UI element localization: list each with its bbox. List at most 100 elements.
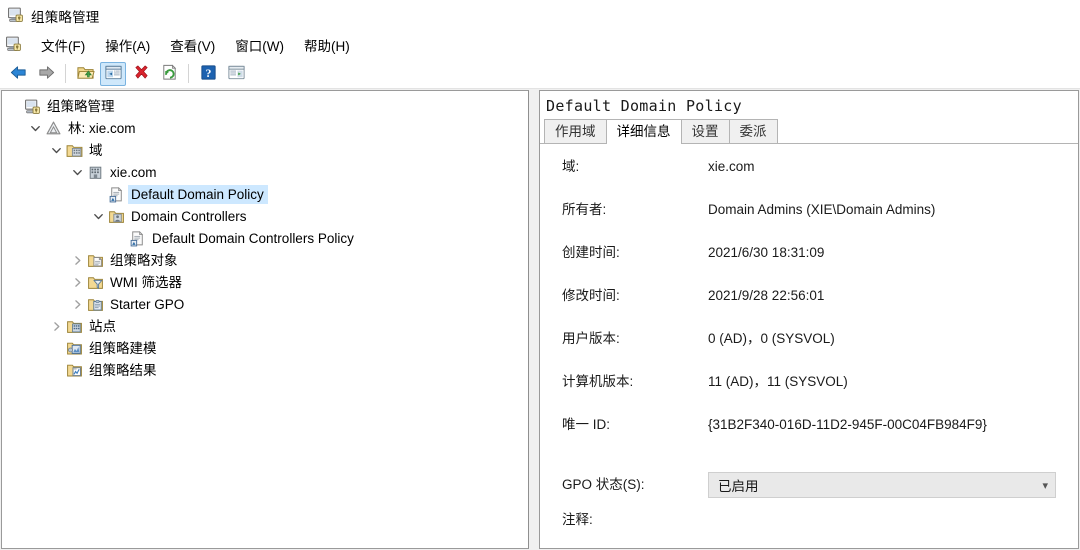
tree-item-sites[interactable]: 站点	[2, 315, 528, 337]
field-computer-version-label: 计算机版本:	[562, 374, 634, 389]
title-bar: 组策略管理	[0, 0, 1080, 31]
gp-results-icon	[64, 360, 84, 380]
console-tree-panel[interactable]: 组策略管理林: xie.com 域 xie.com Default Domain Po…	[1, 90, 529, 549]
chevron-down-icon: ▾	[1042, 479, 1048, 492]
field-user-version-label: 用户版本:	[562, 331, 620, 346]
tree-item-label: 组策略对象	[110, 252, 178, 268]
gpo-container-icon	[85, 250, 105, 270]
tree-item-default-dc-policy[interactable]: Default Domain Controllers Policy	[2, 227, 528, 249]
domains-folder-icon	[64, 140, 84, 160]
tree-item-forest[interactable]: 林: xie.com	[2, 117, 528, 139]
tab-settings[interactable]: 设置	[680, 119, 730, 143]
chevron-right-icon[interactable]	[48, 315, 64, 337]
tree-item-label: 域	[89, 142, 103, 158]
toolbar-separator	[65, 64, 66, 83]
tree-item-domains[interactable]: 域	[2, 139, 528, 161]
panel-splitter[interactable]	[530, 89, 539, 550]
field-created-value: 2021/6/30 18:31:09	[708, 245, 825, 260]
field-modified-value: 2021/9/28 22:56:01	[708, 288, 825, 303]
delete-button[interactable]	[128, 62, 154, 86]
gpo-link-icon	[127, 228, 147, 248]
tab-details[interactable]: 详细信息	[605, 119, 682, 144]
field-owner-label: 所有者:	[562, 202, 607, 217]
gpo-status-dropdown[interactable]: 已启用 ▾	[708, 472, 1056, 498]
delete-x-icon	[132, 63, 151, 85]
tab-scope[interactable]: 作用域	[544, 119, 607, 143]
back-arrow-icon	[9, 63, 28, 85]
console-tree: 组策略管理林: xie.com 域 xie.com Default Domain Po…	[2, 91, 528, 381]
field-gpo-status: GPO 状态(S): 已启用 ▾	[540, 459, 1078, 511]
chevron-down-icon[interactable]	[90, 205, 106, 227]
field-domain-label: 域:	[562, 159, 580, 174]
menu-help[interactable]: 帮助(H)	[294, 33, 360, 57]
up-folder-button[interactable]	[72, 62, 98, 86]
field-modified-label: 修改时间:	[562, 288, 620, 303]
starter-gpo-icon	[85, 294, 105, 314]
gpmc-icon	[5, 35, 22, 55]
tree-item-gp-results[interactable]: 组策略结果	[2, 359, 528, 381]
gpmc-window: 组策略管理 文件(F) 操作(A) 查看(V) 窗口(W) 帮助(H) ? 组策…	[0, 0, 1080, 550]
help-button[interactable]: ?	[195, 62, 221, 86]
page-title: Default Domain Policy	[546, 97, 742, 115]
chevron-down-icon[interactable]	[69, 161, 85, 183]
field-user-version: 用户版本: 0 (AD)，0 (SYSVOL)	[540, 330, 1078, 373]
tree-item-label: 组策略结果	[89, 362, 157, 378]
tree-item-label: 组策略建模	[89, 340, 157, 356]
field-unique-id-value: {31B2F340-016D-11D2-945F-00C04FB984F9}	[708, 417, 987, 432]
chevron-down-icon[interactable]	[27, 117, 43, 139]
tree-item-gpo-container[interactable]: 组策略对象	[2, 249, 528, 271]
tree-item-label: 组策略管理	[47, 98, 115, 114]
field-domain: 域: xie.com	[540, 158, 1078, 201]
details-panel: Default Domain Policy 作用域 详细信息 设置 委派 域: …	[539, 90, 1079, 549]
forward-button[interactable]	[33, 62, 59, 86]
field-unique-id: 唯一 ID: {31B2F340-016D-11D2-945F-00C04FB9…	[540, 416, 1078, 459]
ou-icon	[106, 206, 126, 226]
tree-item-label: 站点	[89, 318, 116, 334]
tree-item-gpmc-root[interactable]: 组策略管理	[2, 95, 528, 117]
tab-strip: 作用域 详细信息 设置 委派	[540, 119, 1078, 144]
chevron-right-icon[interactable]	[69, 271, 85, 293]
tree-item-domain-controllers[interactable]: Domain Controllers	[2, 205, 528, 227]
tree-item-label: Default Domain Policy	[128, 184, 268, 204]
tree-item-starter-gpo[interactable]: Starter GPO	[2, 293, 528, 315]
tree-item-domain-xie-com[interactable]: xie.com	[2, 161, 528, 183]
toolbar: ?	[0, 59, 1080, 89]
refresh-button[interactable]	[156, 62, 182, 86]
window-title: 组策略管理	[31, 9, 100, 25]
tree-item-gp-modeling[interactable]: 组策略建模	[2, 337, 528, 359]
tree-item-wmi-filters[interactable]: WMI 筛选器	[2, 271, 528, 293]
wmi-filter-icon	[85, 272, 105, 292]
field-computer-version: 计算机版本: 11 (AD)，11 (SYSVOL)	[540, 373, 1078, 416]
up-folder-icon	[76, 63, 95, 85]
details-field-list: 域: xie.com 所有者: Domain Admins (XIE\Domai…	[540, 144, 1078, 548]
content-area: 组策略管理林: xie.com 域 xie.com Default Domain Po…	[0, 89, 1080, 550]
forest-icon	[43, 118, 63, 138]
field-created: 创建时间: 2021/6/30 18:31:09	[540, 244, 1078, 287]
question-mark-icon: ?	[199, 63, 218, 85]
tree-item-label: 林: xie.com	[68, 120, 136, 136]
field-created-label: 创建时间:	[562, 245, 620, 260]
tree-item-default-domain-policy[interactable]: Default Domain Policy	[2, 183, 528, 205]
chevron-down-icon[interactable]	[48, 139, 64, 161]
chevron-right-icon[interactable]	[69, 293, 85, 315]
menu-file[interactable]: 文件(F)	[31, 33, 95, 57]
tab-delegation[interactable]: 委派	[728, 119, 778, 143]
menu-action[interactable]: 操作(A)	[95, 33, 160, 57]
tree-item-label: Starter GPO	[110, 296, 185, 312]
tree-item-label: xie.com	[110, 164, 157, 180]
chevron-right-icon[interactable]	[69, 249, 85, 271]
tree-item-label: Default Domain Controllers Policy	[152, 230, 354, 246]
show-hide-tree-button[interactable]	[100, 61, 126, 86]
tree-item-label: Domain Controllers	[131, 208, 247, 224]
menu-window[interactable]: 窗口(W)	[225, 33, 294, 57]
show-action-pane-button[interactable]	[223, 62, 249, 86]
tree-item-label: WMI 筛选器	[110, 274, 182, 290]
menu-view[interactable]: 查看(V)	[160, 33, 225, 57]
field-owner: 所有者: Domain Admins (XIE\Domain Admins)	[540, 201, 1078, 244]
back-button[interactable]	[5, 62, 31, 86]
forward-arrow-icon	[37, 63, 56, 85]
